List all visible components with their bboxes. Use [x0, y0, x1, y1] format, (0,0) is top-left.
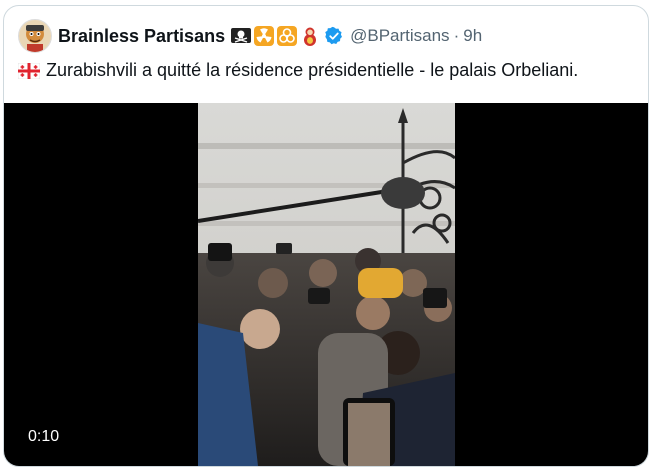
avatar[interactable] [18, 19, 52, 53]
tweet-text-body: Zurabishvili a quitté la résidence prési… [46, 60, 579, 80]
tweet-text: Zurabishvili a quitté la résidence prési… [18, 60, 638, 81]
author-name[interactable]: Brainless Partisans [58, 26, 225, 47]
video-player[interactable]: 0:10 [4, 103, 648, 466]
video-duration: 0:10 [28, 428, 60, 445]
separator-dot: · [453, 26, 460, 45]
tweet-timestamp[interactable]: 9h [463, 26, 482, 46]
tweet-card[interactable]: Brainless Partisans @BPartisans · 9h Zur… [3, 5, 649, 467]
tweet-header: Brainless Partisans @BPartisans · 9h [18, 16, 482, 56]
author-handle[interactable]: @BPartisans [350, 26, 449, 46]
verified-badge-icon [325, 26, 343, 45]
radioactive-icon [254, 26, 275, 46]
video-frame [198, 103, 455, 466]
biohazard-icon [277, 26, 298, 46]
matryoshka-doll-icon [304, 27, 317, 46]
georgia-flag-icon [18, 62, 40, 79]
skull-crossbones-flag-icon [231, 28, 252, 43]
header-emojis [231, 26, 320, 46]
